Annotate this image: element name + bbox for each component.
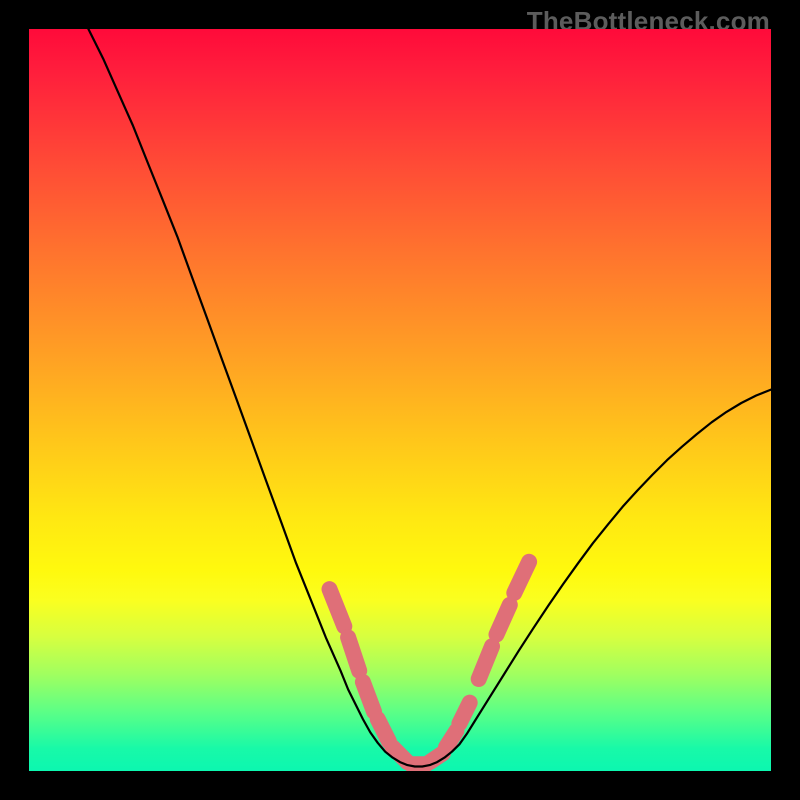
plot-area (29, 29, 771, 771)
rope-segment (378, 719, 389, 741)
rope-segment (459, 703, 469, 724)
curve-layer (29, 29, 771, 771)
rope-segment (514, 562, 529, 593)
rope-segment (479, 646, 492, 679)
chart-frame: TheBottleneck.com (0, 0, 800, 800)
rope-segment (497, 605, 510, 635)
rope-segment (446, 731, 456, 747)
rope-segment (348, 637, 359, 670)
rope-segment (363, 682, 374, 712)
rope-segment (330, 589, 345, 626)
